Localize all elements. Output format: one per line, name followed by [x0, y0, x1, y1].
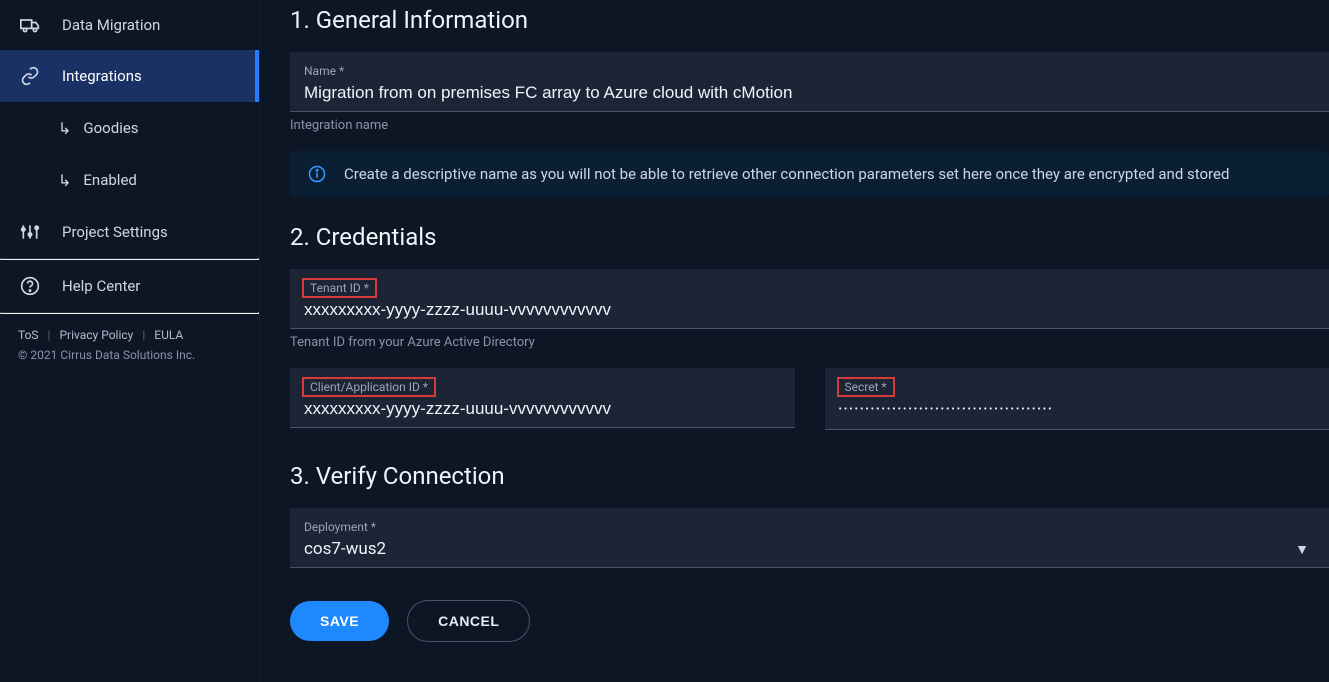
deployment-select-value: cos7-wus2: [304, 537, 1295, 561]
name-input[interactable]: [304, 81, 1315, 105]
field-label-tenant: Tenant ID *: [304, 280, 375, 296]
client-id-input[interactable]: [304, 397, 781, 421]
main-content: 1. General Information Name * Integratio…: [260, 0, 1329, 682]
section-heading-credentials: 2. Credentials: [290, 223, 1329, 251]
footer-link-tos[interactable]: ToS: [18, 328, 39, 342]
help-icon: [18, 276, 42, 296]
field-tenant-id[interactable]: Tenant ID *: [290, 269, 1329, 329]
info-text: Create a descriptive name as you will no…: [344, 165, 1229, 183]
footer-link-eula[interactable]: EULA: [154, 328, 183, 342]
info-box: Create a descriptive name as you will no…: [290, 151, 1329, 197]
tenant-id-input[interactable]: [304, 298, 1315, 322]
chevron-down-icon: ▼: [1295, 541, 1309, 558]
info-icon: [308, 165, 326, 183]
sidebar-sub-label: Goodies: [83, 119, 138, 137]
sidebar-footer: ToS | Privacy Policy | EULA © 2021 Cirru…: [0, 314, 259, 376]
cancel-button[interactable]: CANCEL: [407, 600, 530, 642]
save-button[interactable]: SAVE: [290, 601, 389, 641]
sliders-icon: [18, 222, 42, 242]
sidebar-sub-goodies[interactable]: ↳ Goodies: [0, 102, 259, 154]
link-icon: [18, 66, 42, 86]
field-label-deployment: Deployment *: [304, 519, 380, 535]
sub-arrow-icon: ↳: [58, 171, 71, 190]
button-row: SAVE CANCEL: [290, 600, 1329, 642]
sub-arrow-icon: ↳: [58, 119, 71, 138]
sidebar-item-integrations[interactable]: Integrations: [0, 50, 259, 102]
helper-name: Integration name: [290, 118, 1329, 133]
field-label-client: Client/Application ID *: [304, 379, 434, 395]
field-secret[interactable]: Secret * •••••••••••••••••••••••••••••••…: [825, 368, 1329, 430]
sidebar: Data Migration Integrations ↳ Goodies ↳ …: [0, 0, 260, 682]
field-deployment[interactable]: Deployment * cos7-wus2 ▼: [290, 508, 1329, 568]
truck-icon: [18, 17, 42, 33]
sidebar-item-project-settings[interactable]: Project Settings: [0, 206, 259, 258]
field-name[interactable]: Name *: [290, 52, 1329, 112]
section-heading-general: 1. General Information: [290, 6, 1329, 34]
sidebar-item-label: Integrations: [62, 67, 142, 85]
footer-copyright: © 2021 Cirrus Data Solutions Inc.: [18, 348, 241, 362]
sidebar-item-data-migration[interactable]: Data Migration: [0, 0, 259, 50]
sidebar-item-label: Help Center: [62, 277, 140, 295]
sidebar-item-label: Project Settings: [62, 223, 168, 241]
footer-link-privacy[interactable]: Privacy Policy: [59, 328, 133, 342]
sidebar-item-label: Data Migration: [62, 16, 160, 34]
helper-tenant: Tenant ID from your Azure Active Directo…: [290, 335, 1329, 350]
field-label-name: Name *: [304, 63, 348, 79]
field-label-secret: Secret *: [839, 379, 893, 395]
sidebar-item-help-center[interactable]: Help Center: [0, 260, 259, 312]
field-client-id[interactable]: Client/Application ID *: [290, 368, 795, 428]
secret-input[interactable]: ••••••••••••••••••••••••••••••••••••••••: [839, 397, 1316, 423]
sidebar-sub-enabled[interactable]: ↳ Enabled: [0, 154, 259, 206]
sidebar-sub-label: Enabled: [83, 171, 136, 189]
section-heading-verify: 3. Verify Connection: [290, 462, 1329, 490]
